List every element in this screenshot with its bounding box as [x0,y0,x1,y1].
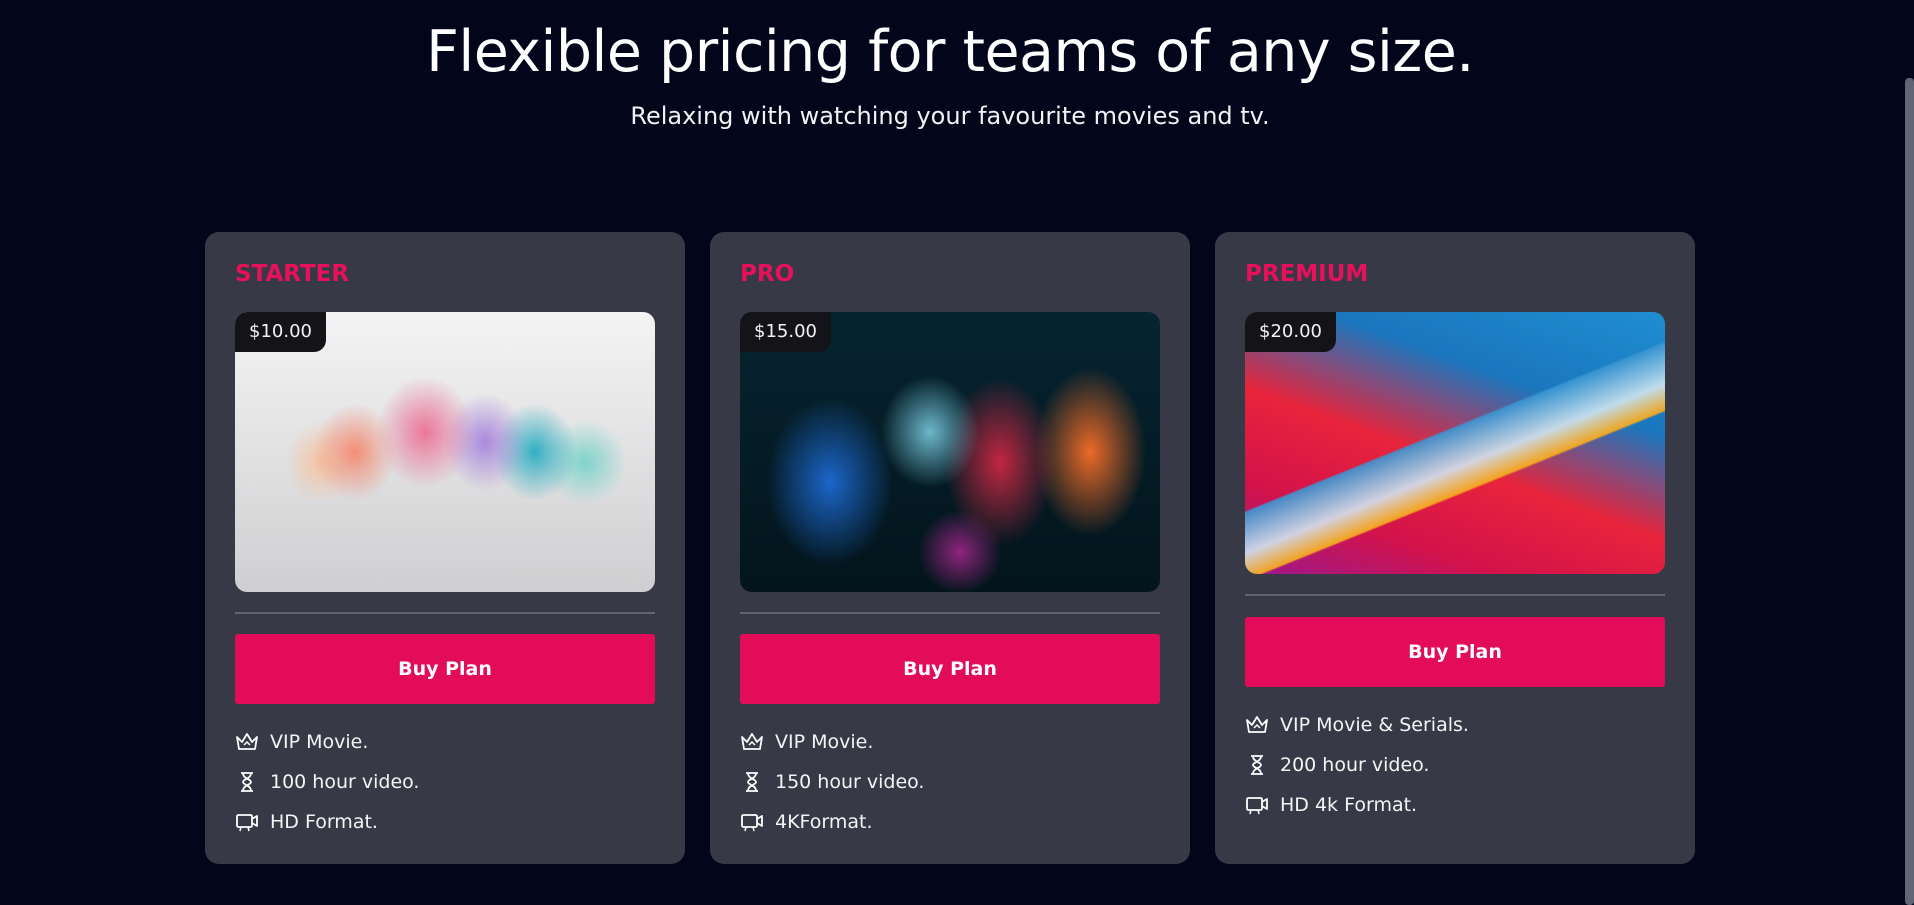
plan-image: $20.00 [1245,312,1665,574]
feature-list: VIP Movie & Serials. 200 hour video. HD … [1245,705,1469,825]
plan-name: PREMIUM [1245,261,1369,287]
page-subtitle: Relaxing with watching your favourite mo… [630,102,1270,130]
feature-text: VIP Movie. [775,731,874,753]
divider [1245,594,1665,596]
video-format-icon [1245,794,1269,816]
plan-image: $15.00 [740,312,1160,592]
price-tag: $20.00 [1245,312,1336,352]
pricing-card-pro: PRO $15.00 Buy Plan VIP Movie. 150 hour … [710,232,1190,864]
divider [740,612,1160,614]
feature-item: 200 hour video. [1245,745,1469,785]
divider [235,612,655,614]
plan-image: $10.00 [235,312,655,592]
feature-item: HD Format. [235,802,419,842]
feature-text: 200 hour video. [1280,754,1430,776]
plan-name: STARTER [235,261,350,287]
feature-item: HD 4k Format. [1245,785,1469,825]
feature-text: 100 hour video. [270,771,420,793]
feature-list: VIP Movie. 150 hour video. 4KFormat. [740,722,924,842]
feature-text: VIP Movie & Serials. [1280,714,1469,736]
pricing-card-premium: PREMIUM $20.00 Buy Plan VIP Movie & Seri… [1215,232,1695,864]
feature-item: 100 hour video. [235,762,419,802]
hourglass-icon [235,771,259,793]
plan-name: PRO [740,261,795,287]
page-title: Flexible pricing for teams of any size. [426,19,1474,85]
feature-item: VIP Movie. [235,722,419,762]
pricing-card-starter: STARTER $10.00 Buy Plan VIP Movie. 100 h… [205,232,685,864]
buy-plan-button[interactable]: Buy Plan [1245,617,1665,687]
feature-text: HD 4k Format. [1280,794,1418,816]
hourglass-icon [740,771,764,793]
feature-text: VIP Movie. [270,731,369,753]
feature-text: 150 hour video. [775,771,925,793]
video-format-icon [235,811,259,833]
video-format-icon [740,811,764,833]
feature-item: VIP Movie. [740,722,924,762]
buy-plan-button[interactable]: Buy Plan [235,634,655,704]
scrollbar[interactable] [1905,78,1914,905]
buy-plan-button[interactable]: Buy Plan [740,634,1160,704]
price-tag: $10.00 [235,312,326,352]
crown-icon [1245,714,1269,736]
feature-list: VIP Movie. 100 hour video. HD Format. [235,722,419,842]
feature-text: HD Format. [270,811,378,833]
feature-item: 150 hour video. [740,762,924,802]
price-tag: $15.00 [740,312,831,352]
crown-icon [740,731,764,753]
feature-text: 4KFormat. [775,811,873,833]
pricing-page: Flexible pricing for teams of any size. … [0,0,1914,905]
crown-icon [235,731,259,753]
hourglass-icon [1245,754,1269,776]
feature-item: 4KFormat. [740,802,924,842]
feature-item: VIP Movie & Serials. [1245,705,1469,745]
